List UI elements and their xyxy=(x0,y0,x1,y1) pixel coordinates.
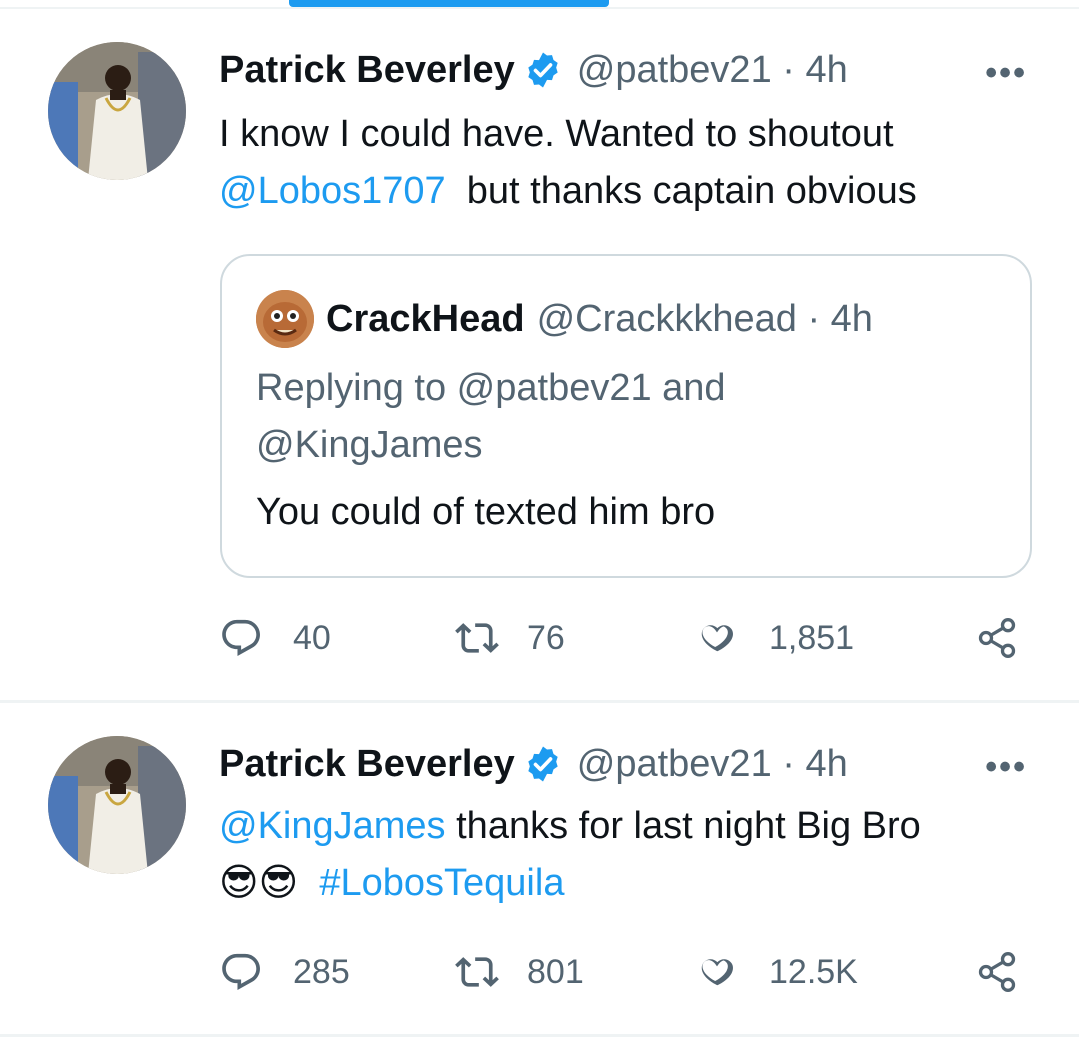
tweet-text-line: @KingJames thanks for last night Big Bro xyxy=(219,798,1019,855)
retweet-count: 801 xyxy=(527,952,584,991)
avatar[interactable] xyxy=(48,42,186,180)
active-tab-indicator xyxy=(289,0,609,7)
author-name[interactable]: Patrick Beverley xyxy=(219,49,515,92)
share-icon xyxy=(978,618,1016,658)
tweet-text: I know I could have. Wanted to shoutout … xyxy=(219,106,1019,220)
tweet-text-segment: thanks for last night Big Bro xyxy=(456,805,921,847)
tweet[interactable]: Patrick Beverley @patbev21 · 4h ••• @Kin… xyxy=(0,704,1079,1038)
tweet[interactable]: Patrick Beverley @patbev21 · 4h ••• I kn… xyxy=(0,10,1079,700)
tweet-header: Patrick Beverley @patbev21 · 4h xyxy=(219,42,848,98)
quoted-tweet[interactable]: CrackHead @Crackkkhead · 4h Replying to … xyxy=(220,254,1032,578)
like-icon xyxy=(701,959,733,986)
share-button[interactable] xyxy=(975,608,1019,668)
tweet-text-line: @Lobos1707 but thanks captain obvious xyxy=(219,163,1019,220)
more-icon[interactable]: ••• xyxy=(985,54,1027,93)
tweet-time[interactable]: · 4h xyxy=(772,49,847,92)
quoted-author-name[interactable]: CrackHead xyxy=(326,298,525,341)
reply-icon xyxy=(222,953,260,990)
verified-badge-icon xyxy=(528,746,558,782)
author-name[interactable]: Patrick Beverley xyxy=(219,743,515,786)
emoji: 😎😎 xyxy=(219,862,299,904)
reply-button[interactable]: 40 xyxy=(219,608,331,668)
mention-link[interactable]: @KingJames xyxy=(219,805,446,847)
retweet-count: 76 xyxy=(527,618,565,657)
retweet-icon xyxy=(455,957,499,987)
tweet-text-line: 😎😎 #LobosTequila xyxy=(219,855,1019,912)
divider xyxy=(0,7,1079,9)
divider xyxy=(0,1034,1079,1037)
mention-link[interactable]: @patbev21 xyxy=(457,367,652,409)
like-icon xyxy=(701,625,733,652)
author-handle[interactable]: @patbev21 xyxy=(577,743,772,786)
replying-to-prefix: Replying to xyxy=(256,367,457,409)
replying-to: Replying to @patbev21 and @KingJames xyxy=(256,360,996,474)
share-button[interactable] xyxy=(975,942,1019,1002)
action-bar: 40 76 1,851 xyxy=(219,608,1039,668)
reply-button[interactable]: 285 xyxy=(219,942,350,1002)
reply-count: 285 xyxy=(293,952,350,991)
retweet-icon xyxy=(455,623,499,653)
tweet-text-line: I know I could have. Wanted to shoutout xyxy=(219,113,894,155)
more-icon[interactable]: ••• xyxy=(985,748,1027,787)
like-count: 1,851 xyxy=(769,618,855,657)
tweet-text: @KingJames thanks for last night Big Bro… xyxy=(219,798,1019,912)
like-button[interactable]: 12.5K xyxy=(695,942,858,1002)
tweet-time[interactable]: · 4h xyxy=(772,743,847,786)
quoted-author-handle[interactable]: @Crackkkhead · 4h xyxy=(537,298,873,341)
like-count: 12.5K xyxy=(769,952,858,991)
retweet-button[interactable]: 801 xyxy=(455,942,584,1002)
mention-link[interactable]: @Lobos1707 xyxy=(219,170,446,212)
reply-count: 40 xyxy=(293,618,331,657)
replying-to-and: and xyxy=(651,367,726,409)
hashtag-link[interactable]: #LobosTequila xyxy=(319,862,564,904)
quoted-header: CrackHead @Crackkkhead · 4h xyxy=(326,292,873,346)
quoted-text: You could of texted him bro xyxy=(256,491,716,533)
avatar[interactable] xyxy=(48,736,186,874)
share-icon xyxy=(978,952,1016,992)
reply-icon xyxy=(222,619,260,656)
quoted-avatar[interactable] xyxy=(256,290,314,348)
action-bar: 285 801 12.5K xyxy=(219,942,1039,1002)
like-button[interactable]: 1,851 xyxy=(695,608,854,668)
verified-badge-icon xyxy=(528,52,558,88)
author-handle[interactable]: @patbev21 xyxy=(577,49,772,92)
divider xyxy=(0,700,1079,703)
retweet-button[interactable]: 76 xyxy=(455,608,565,668)
mention-link[interactable]: @KingJames xyxy=(256,424,483,466)
tweet-header: Patrick Beverley @patbev21 · 4h xyxy=(219,736,848,792)
tweet-text-segment: but thanks captain obvious xyxy=(466,170,917,212)
